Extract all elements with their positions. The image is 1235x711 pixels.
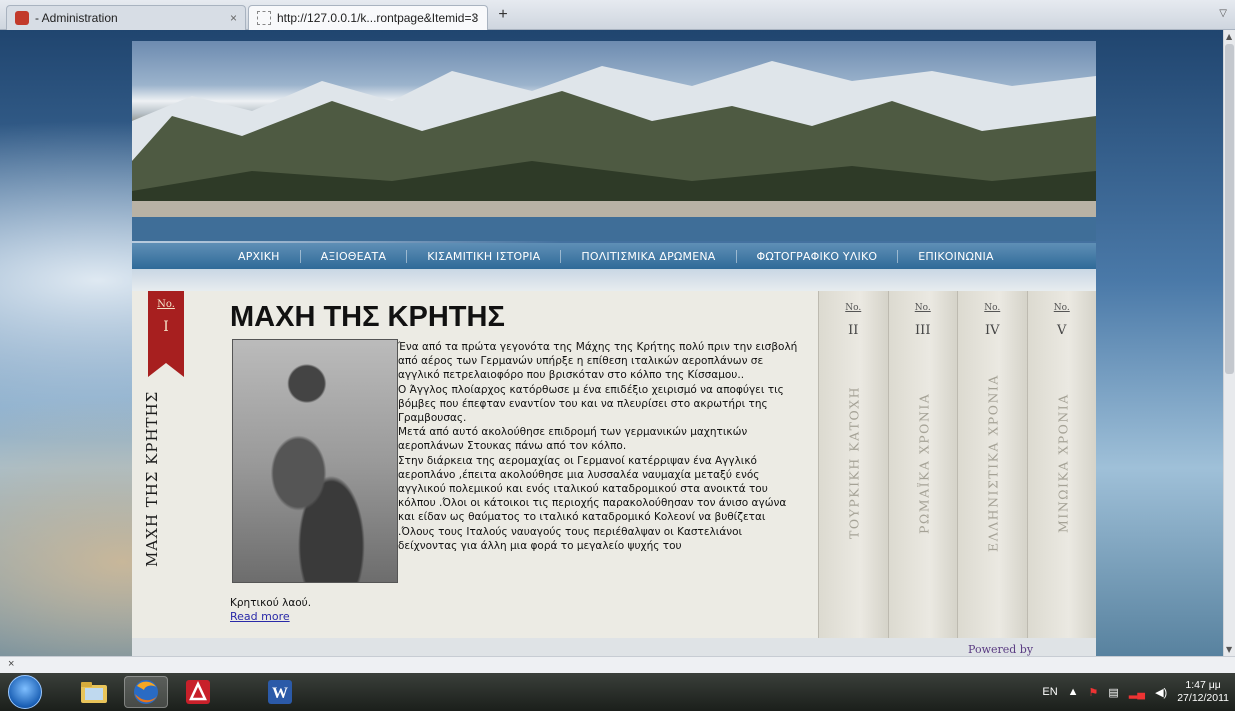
read-more-link[interactable]: Read more	[230, 610, 290, 623]
landscape-graphic	[132, 61, 1096, 241]
article-paragraph: Στην διάρκεια της αερομαχίας οι Γερμανοί…	[398, 454, 787, 552]
article-body: Ένα από τα πρώτα γεγονότα της Μάχης της …	[398, 340, 798, 553]
action-center-flag-icon[interactable]: ⚑	[1089, 686, 1099, 699]
nav-photo-gallery[interactable]: ΦΩΤΟΓΡΑΦΙΚΟ ΥΛΙΚΟ	[737, 249, 899, 263]
scroll-down-icon[interactable]: ▼	[1226, 645, 1232, 654]
era-tab-number: IV	[984, 323, 1000, 338]
era-tab-number: II	[848, 323, 859, 338]
clock-date: 27/12/2011	[1177, 692, 1229, 704]
era-tab-no-label: No.	[1053, 303, 1070, 313]
tab-administration[interactable]: - Administration ×	[6, 5, 246, 30]
era-tab-no-label: No.	[984, 303, 1001, 313]
tab-frontpage[interactable]: http://127.0.0.1/k...rontpage&Itemid=3 ×	[248, 5, 488, 30]
network-icon[interactable]: ▤	[1108, 686, 1118, 699]
era-tab-label: ΕΛΛΗΝΙΣΤΙΚΑ ΧΡΟΝΙΑ	[985, 374, 1001, 552]
svg-text:W: W	[272, 685, 288, 702]
scroll-up-icon[interactable]: ▲	[1226, 32, 1232, 41]
main-nav: ΑΡΧΙΚΗ ΑΞΙΟΘΕΑΤΑ ΚΙΣΑΜΙΤΙΚΗ ΙΣΤΟΡΙΑ ΠΟΛΙ…	[132, 243, 1096, 269]
ribbon-number: I	[163, 319, 169, 335]
browser-status-bar: ×	[0, 656, 1235, 673]
article-tail-text: Κρητικού λαού.	[230, 597, 312, 609]
nav-kissamos-history[interactable]: ΚΙΣΑΜΙΤΙΚΗ ΙΣΤΟΡΙΑ	[407, 249, 562, 263]
article-paragraph: Μετά από αυτό ακολούθησε επιδρομή των γε…	[398, 426, 748, 453]
new-tab-button[interactable]: +	[492, 6, 514, 28]
tab-label: http://127.0.0.1/k...rontpage&Itemid=3	[277, 11, 479, 25]
article-paragraph: Ένα από τα πρώτα γεγονότα της Μάχης της …	[398, 341, 798, 382]
clock-time: 1:47 μμ	[1185, 679, 1221, 691]
signal-icon[interactable]: ▂▄	[1129, 686, 1145, 699]
era-tab-roman-years[interactable]: No. III ΡΩΜΑΪΚΑ ΧΡΟΝΙΑ	[887, 291, 957, 638]
vertical-scrollbar[interactable]: ▲ ▼	[1223, 30, 1235, 656]
page-favicon-icon	[257, 11, 271, 25]
website: ΑΡΧΙΚΗ ΑΞΙΟΘΕΑΤΑ ΚΙΣΑΜΙΤΙΚΗ ΙΣΤΟΡΙΑ ΠΟΛΙ…	[132, 41, 1096, 656]
nav-home[interactable]: ΑΡΧΙΚΗ	[218, 249, 301, 263]
article-title: ΜΑΧΗ ΤΗΣ ΚΡΗΤΗΣ	[230, 301, 505, 333]
nav-sights[interactable]: ΑΞΙΟΘΕΑΤΑ	[301, 249, 408, 263]
era-tab-number: V	[1057, 323, 1067, 338]
nav-cultural-events[interactable]: ΠΟΛΙΤΙΣΜΙΚΑ ΔΡΩΜΕΝΑ	[561, 249, 737, 263]
article-number-ribbon: No. I	[148, 291, 184, 377]
clock[interactable]: 1:47 μμ 27/12/2011	[1177, 679, 1229, 705]
era-tabs: No. II ΤΟΥΡΚΙΚΗ ΚΑΤΟΧΗ No. III ΡΩΜΑΪΚΑ Χ…	[818, 291, 1096, 638]
era-tab-label: ΡΩΜΑΪΚΑ ΧΡΟΝΙΑ	[916, 392, 931, 534]
firefox-icon[interactable]	[124, 676, 168, 708]
article-illustration	[232, 339, 398, 583]
ribbon-no-label: No.	[157, 299, 175, 310]
system-tray: EN ▲ ⚑ ▤ ▂▄ ◀) 1:47 μμ 27/12/2011	[1042, 673, 1229, 711]
era-tab-no-label: No.	[914, 303, 931, 313]
scrollbar-thumb[interactable]	[1225, 44, 1234, 374]
era-tab-no-label: No.	[845, 303, 862, 313]
windows-explorer-icon[interactable]	[72, 676, 116, 708]
tab-list-chevron-down-icon[interactable]: ▽	[1219, 8, 1227, 19]
show-hidden-icons-icon[interactable]: ▲	[1068, 686, 1079, 698]
vertical-article-title: ΜΑΧΗ ΤΗΣ ΚΡΗΤΗΣ	[143, 390, 161, 568]
era-tab-label: ΜΙΝΩΙΚΑ ΧΡΟΝΙΑ	[1055, 393, 1070, 533]
era-tab-turkish-occupation[interactable]: No. II ΤΟΥΡΚΙΚΗ ΚΑΤΟΧΗ	[818, 291, 888, 638]
nav-sub-strip	[132, 269, 1096, 291]
era-tab-number: III	[915, 323, 931, 338]
close-bar-icon[interactable]: ×	[8, 658, 14, 670]
browser-tab-bar: - Administration × http://127.0.0.1/k...…	[0, 0, 1235, 30]
joomla-favicon-icon	[15, 11, 29, 25]
tab-label: - Administration	[35, 11, 118, 25]
powered-by-text: Powered by	[968, 643, 1034, 656]
article-paragraph: Ο Άγγλος πλοίαρχος κατόρθωσε μ ένα επιδέ…	[398, 383, 784, 425]
era-tab-label: ΤΟΥΡΚΙΚΗ ΚΑΤΟΧΗ	[846, 386, 862, 540]
close-tab-icon[interactable]: ×	[230, 11, 237, 25]
volume-icon[interactable]: ◀)	[1155, 686, 1167, 699]
footer-strip	[132, 638, 1096, 656]
start-button[interactable]	[8, 675, 42, 709]
article-panel: No. I ΜΑΧΗ ΤΗΣ ΚΡΗΤΗΣ ΜΑΧΗ ΤΗΣ ΚΡΗΤΗΣ Έν…	[132, 291, 818, 638]
language-indicator[interactable]: EN	[1042, 686, 1057, 698]
pdf-reader-icon[interactable]	[176, 676, 220, 708]
era-tab-hellenistic-years[interactable]: No. IV ΕΛΛΗΝΙΣΤΙΚΑ ΧΡΟΝΙΑ	[957, 291, 1027, 638]
header-landscape-image	[132, 41, 1096, 241]
word-icon[interactable]: W	[258, 676, 302, 708]
nav-contact[interactable]: ΕΠΙΚΟΙΝΩΝΙΑ	[898, 250, 1013, 263]
era-tab-minoan-years[interactable]: No. V ΜΙΝΩΙΚΑ ΧΡΟΝΙΑ	[1026, 291, 1096, 638]
windows-taskbar: W EN ▲ ⚑ ▤ ▂▄ ◀) 1:47 μμ 27/12/2011	[0, 673, 1235, 711]
close-tab-icon[interactable]: ×	[472, 11, 479, 25]
